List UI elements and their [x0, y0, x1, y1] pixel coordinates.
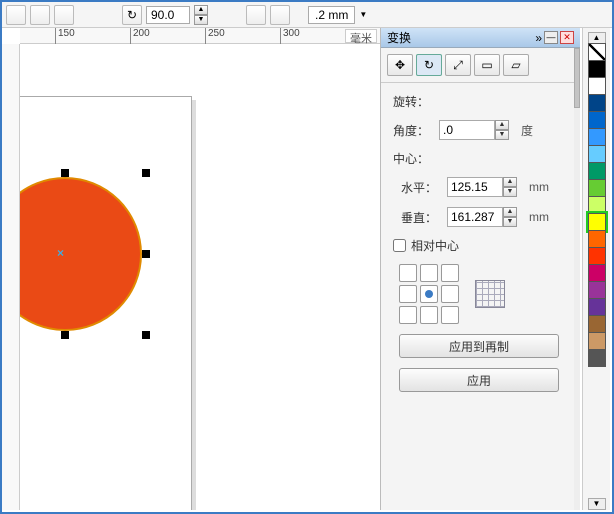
apply-duplicate-button[interactable]: 应用到再制 — [399, 334, 559, 358]
relative-label: 相对中心 — [411, 237, 459, 254]
tab-size[interactable]: ▭ — [474, 54, 500, 76]
panel-title: 变换 — [387, 29, 411, 46]
v-up[interactable]: ▲ — [503, 207, 517, 217]
handle-bc[interactable] — [61, 331, 69, 339]
rotation-input[interactable] — [146, 6, 190, 24]
tab-position[interactable]: ✥ — [387, 54, 413, 76]
h-input[interactable] — [447, 177, 503, 197]
color-swatch[interactable] — [588, 128, 606, 146]
angle-unit: 度 — [521, 122, 533, 139]
color-swatch[interactable] — [588, 145, 606, 163]
center-marker[interactable]: × — [57, 246, 65, 254]
grid-icon[interactable] — [475, 280, 505, 308]
anchor-tr[interactable] — [441, 264, 459, 282]
rotate-section-label: 旋转： — [393, 93, 568, 110]
swatch-container — [588, 44, 606, 367]
color-swatch[interactable] — [588, 349, 606, 367]
tool-btn-2[interactable] — [30, 5, 50, 25]
panel-minimize-icon[interactable]: — — [544, 31, 558, 44]
color-swatch[interactable] — [588, 298, 606, 316]
ruler-tick: 300 — [280, 28, 300, 44]
color-swatch[interactable] — [588, 77, 606, 95]
anchor-bl[interactable] — [399, 306, 417, 324]
selection-bounds[interactable]: × — [20, 169, 150, 339]
color-swatch[interactable] — [588, 281, 606, 299]
rot-up[interactable]: ▲ — [194, 5, 208, 15]
anchor-mr[interactable] — [441, 285, 459, 303]
color-swatch[interactable] — [588, 247, 606, 265]
anchor-grid — [399, 264, 459, 324]
anchor-br[interactable] — [441, 306, 459, 324]
stroke-width-label: .2 mm — [308, 6, 355, 24]
h-up[interactable]: ▲ — [503, 177, 517, 187]
ruler-tick: 200 — [130, 28, 150, 44]
ruler-horizontal: 150 200 250 300 — [20, 28, 380, 44]
apply-button[interactable]: 应用 — [399, 368, 559, 392]
color-swatch[interactable] — [588, 264, 606, 282]
panel-titlebar[interactable]: 变换 » — ✕ — [381, 28, 580, 48]
tab-rotate[interactable]: ↻ — [416, 54, 442, 76]
handle-tc[interactable] — [61, 169, 69, 177]
color-swatch[interactable] — [588, 162, 606, 180]
tab-scale[interactable]: ⤢ — [445, 54, 471, 76]
anchor-tl[interactable] — [399, 264, 417, 282]
top-toolbar: ↻ ▲▼ .2 mm ▼ — [2, 2, 612, 28]
handle-br[interactable] — [142, 331, 150, 339]
panel-scrollbar[interactable] — [574, 48, 580, 510]
ruler-tick: 250 — [205, 28, 225, 44]
color-swatch[interactable] — [588, 315, 606, 333]
anchor-ml[interactable] — [399, 285, 417, 303]
rot-down[interactable]: ▼ — [194, 15, 208, 25]
color-swatch[interactable] — [588, 60, 606, 78]
angle-down[interactable]: ▼ — [495, 130, 509, 140]
center-section-label: 中心： — [393, 150, 568, 167]
ruler-vertical — [2, 44, 20, 510]
color-palette: ▲ ▼ — [582, 28, 610, 510]
v-unit: mm — [529, 210, 549, 224]
rotate-icon[interactable]: ↻ — [122, 5, 142, 25]
tool-btn-1[interactable] — [6, 5, 26, 25]
color-swatch[interactable] — [588, 196, 606, 214]
color-swatch[interactable] — [588, 111, 606, 129]
canvas-area[interactable]: × — [20, 44, 380, 510]
transform-tabs: ✥ ↻ ⤢ ▭ ▱ — [381, 48, 580, 83]
tool-btn-5[interactable] — [270, 5, 290, 25]
scrollbar-thumb[interactable] — [574, 48, 580, 108]
tool-btn-3[interactable] — [54, 5, 74, 25]
color-swatch[interactable] — [588, 213, 606, 231]
panel-more[interactable]: » — [535, 31, 542, 45]
anchor-c[interactable] — [420, 285, 438, 303]
angle-up[interactable]: ▲ — [495, 120, 509, 130]
ruler-tick: 150 — [55, 28, 75, 44]
panel-close-icon[interactable]: ✕ — [560, 31, 574, 44]
angle-label: 角度： — [393, 122, 433, 139]
palette-scroll-down[interactable]: ▼ — [588, 498, 606, 510]
color-swatch[interactable] — [588, 179, 606, 197]
v-label: 垂直： — [401, 209, 441, 226]
anchor-bc[interactable] — [420, 306, 438, 324]
relative-checkbox[interactable] — [393, 239, 406, 252]
ruler-unit-label: 毫米 — [345, 29, 377, 43]
h-label: 水平： — [401, 179, 441, 196]
handle-tr[interactable] — [142, 169, 150, 177]
transform-panel: 变换 » — ✕ ✥ ↻ ⤢ ▭ ▱ 旋转： 角度： ▲▼ 度 中心： 水平： … — [380, 28, 580, 510]
color-swatch[interactable] — [588, 43, 606, 61]
v-input[interactable] — [447, 207, 503, 227]
color-swatch[interactable] — [588, 230, 606, 248]
tool-btn-4[interactable] — [246, 5, 266, 25]
h-unit: mm — [529, 180, 549, 194]
color-swatch[interactable] — [588, 332, 606, 350]
angle-input[interactable] — [439, 120, 495, 140]
handle-mr[interactable] — [142, 250, 150, 258]
v-down[interactable]: ▼ — [503, 217, 517, 227]
anchor-tc[interactable] — [420, 264, 438, 282]
color-swatch[interactable] — [588, 94, 606, 112]
h-down[interactable]: ▼ — [503, 187, 517, 197]
tab-skew[interactable]: ▱ — [503, 54, 529, 76]
ellipse-object[interactable] — [20, 177, 142, 331]
